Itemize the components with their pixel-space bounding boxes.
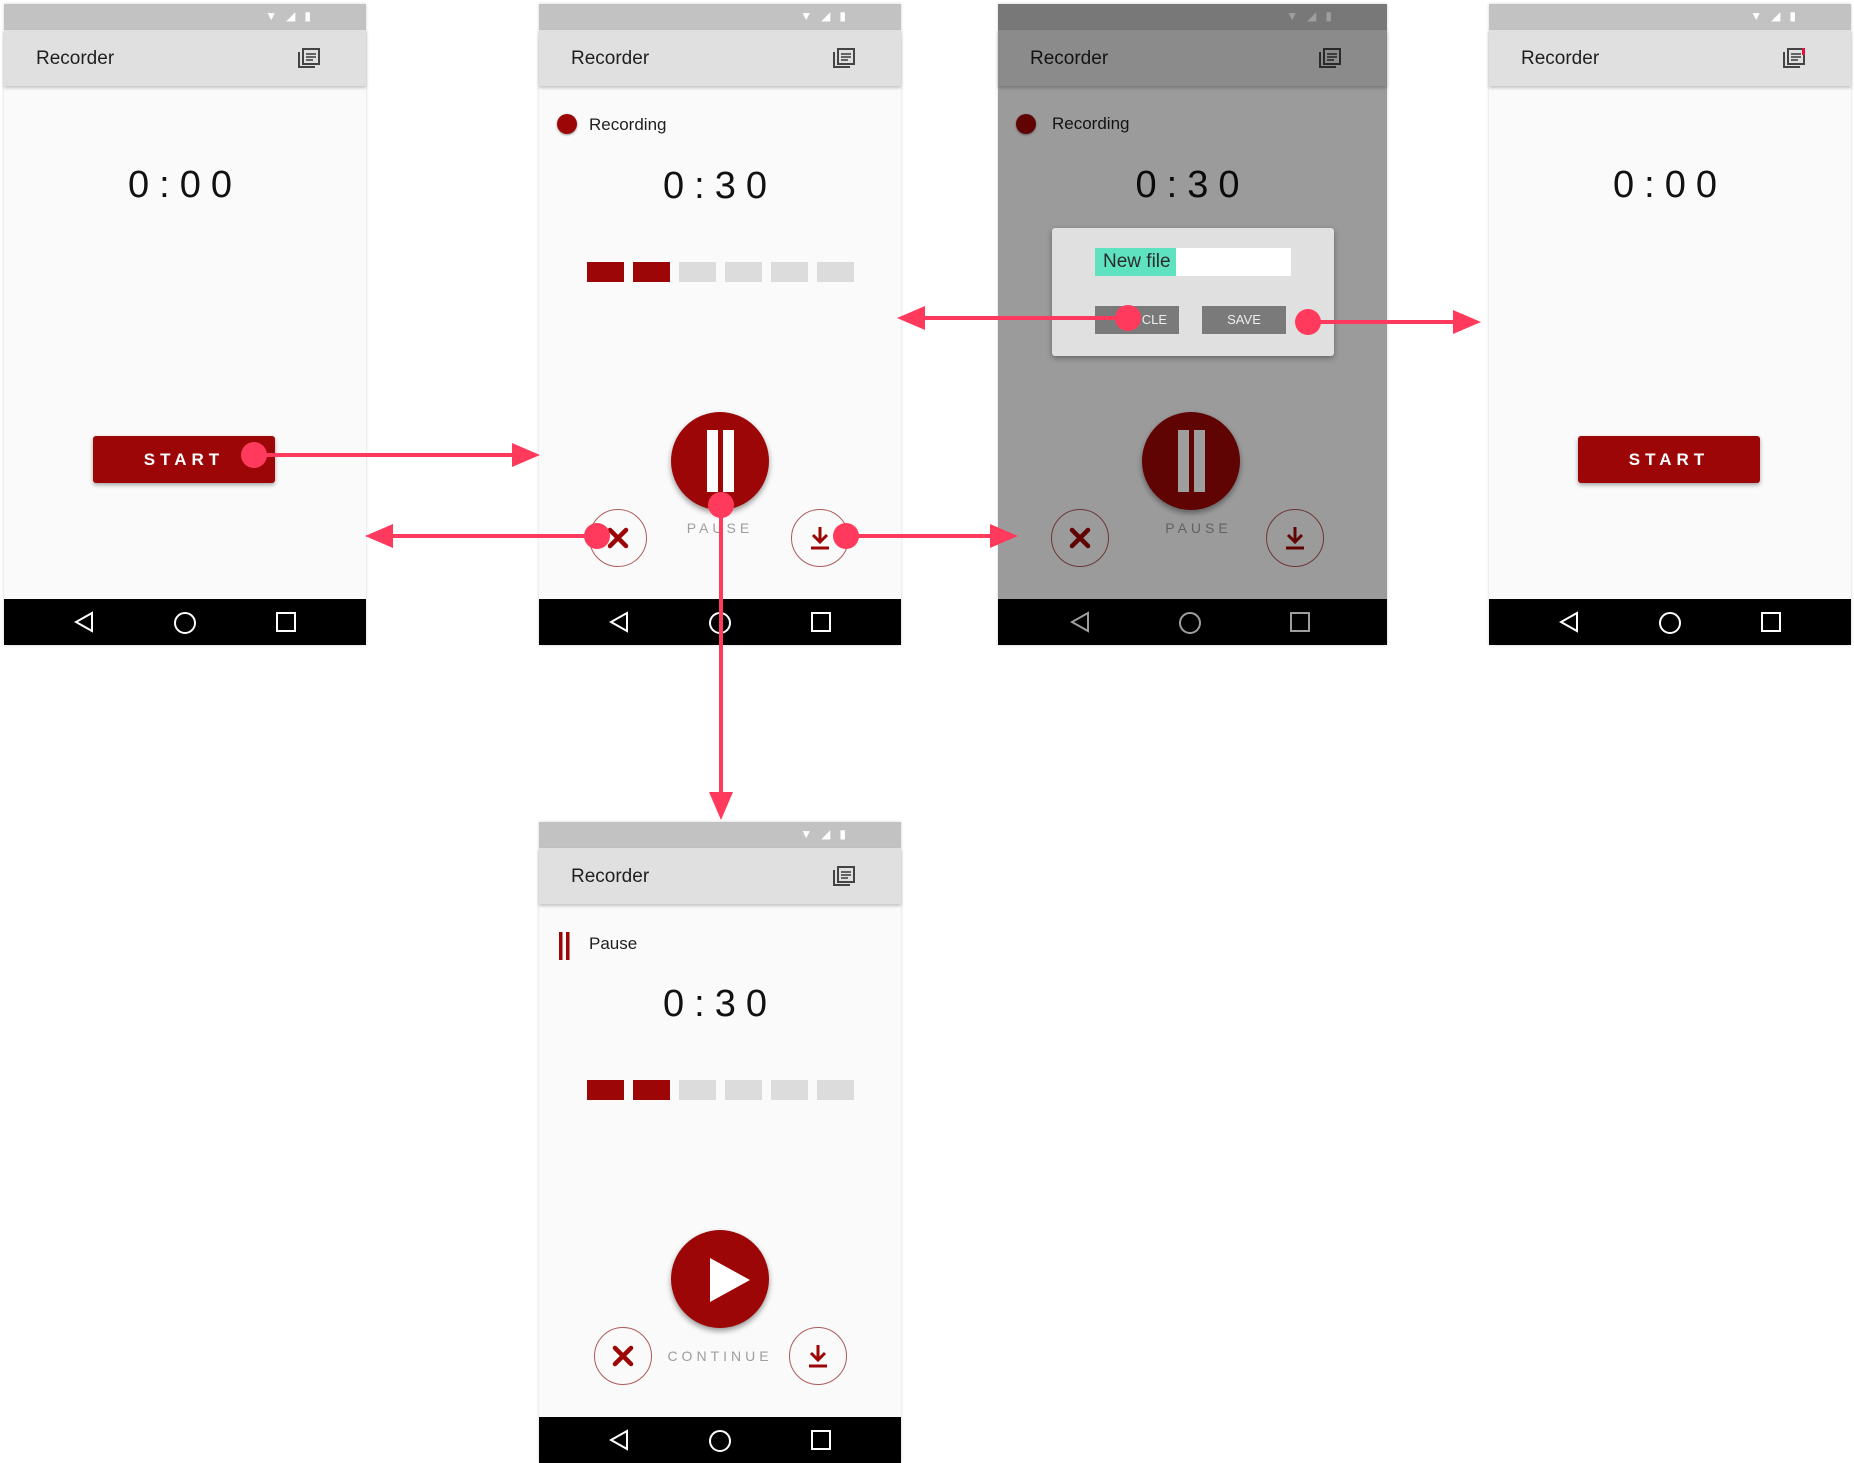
progress-segment-empty [817, 262, 854, 282]
app-bar: Recorder [539, 30, 901, 86]
home-circle-icon[interactable] [173, 611, 197, 635]
progress-segment-filled [633, 1080, 670, 1100]
nav-bar [539, 599, 901, 645]
timer-display: 0:00 [128, 164, 242, 206]
status-icons: ▼◢▮ [265, 9, 320, 23]
library-list-icon[interactable] [833, 866, 855, 886]
pause-icon-bar [723, 430, 734, 492]
screen-idle: ▼◢▮ Recorder 0:00 START [4, 4, 366, 645]
dialog-save-button[interactable]: SAVE [1202, 306, 1286, 334]
home-circle-icon[interactable] [1658, 611, 1682, 635]
progress-segment-filled [587, 1080, 624, 1100]
recording-status-label: Recording [589, 115, 667, 134]
status-bar: ▼◢▮ [1489, 4, 1851, 30]
close-x-icon [607, 527, 629, 549]
status-icons: ▼◢▮ [1750, 9, 1805, 23]
cancel-button[interactable] [594, 1327, 652, 1385]
app-bar: Recorder [1489, 30, 1851, 86]
cancel-button[interactable] [589, 509, 647, 567]
continue-button[interactable] [671, 1230, 769, 1328]
library-list-icon-badged[interactable] [1783, 48, 1805, 68]
download-icon [811, 527, 829, 550]
save-dialog: New file CLE SAVE [1052, 228, 1334, 356]
timer-display: 0:30 [663, 165, 777, 207]
app-title: Recorder [36, 48, 115, 69]
back-triangle-icon[interactable] [1559, 611, 1579, 633]
filename-selected-text: New file [1095, 248, 1176, 276]
recents-square-icon[interactable] [811, 1430, 831, 1450]
status-bar: ▼◢▮ [539, 822, 901, 848]
pause-icon-bar [707, 430, 718, 492]
recents-square-icon[interactable] [811, 612, 831, 632]
screen-paused: ▼◢▮ Recorder Pause 0:30 CONTINUE [539, 822, 901, 1463]
app-title: Recorder [1521, 48, 1600, 69]
pause-status-label: Pause [589, 934, 638, 953]
library-list-icon[interactable] [298, 48, 320, 68]
app-bar: Recorder [539, 848, 901, 904]
nav-bar [1489, 599, 1851, 645]
play-icon [710, 1258, 750, 1302]
save-recording-button[interactable] [789, 1327, 847, 1385]
nav-bar [4, 599, 366, 645]
start-button[interactable]: START [1578, 436, 1760, 483]
progress-segment-filled [587, 262, 624, 282]
pause-button[interactable] [671, 412, 769, 510]
status-bar: ▼◢▮ [4, 4, 366, 30]
save-recording-button[interactable] [791, 509, 849, 567]
back-triangle-icon[interactable] [74, 611, 94, 633]
progress-segment-filled [633, 262, 670, 282]
screen-save-dialog: ▼◢▮ Recorder Recording 0:30 PAUSE New fi… [998, 4, 1387, 645]
recents-square-icon[interactable] [1761, 612, 1781, 632]
app-title: Recorder [571, 866, 650, 887]
screen-saved: ▼◢▮ Recorder 0:00 START [1489, 4, 1851, 645]
download-icon [809, 1345, 827, 1368]
back-triangle-icon[interactable] [609, 1429, 629, 1451]
app-bar: Recorder [4, 30, 366, 86]
progress-segment-empty [725, 1080, 762, 1100]
close-x-icon [612, 1345, 634, 1367]
home-circle-icon[interactable] [708, 611, 732, 635]
app-title: Recorder [571, 48, 650, 69]
progress-segment-empty [679, 262, 716, 282]
dialog-cancel-button[interactable]: CLE [1095, 306, 1179, 334]
recording-dot-icon [557, 114, 577, 134]
filename-input[interactable]: New file [1095, 248, 1291, 276]
back-triangle-icon[interactable] [609, 611, 629, 633]
progress-segment-empty [771, 1080, 808, 1100]
nav-bar [539, 1417, 901, 1463]
screen-recording: ▼◢▮ Recorder Recording 0:30 PAUSE [539, 4, 901, 645]
home-circle-icon[interactable] [708, 1429, 732, 1453]
status-bar: ▼◢▮ [539, 4, 901, 30]
status-icons: ▼◢▮ [800, 827, 855, 841]
dialog-cancel-label: CLE [1141, 312, 1167, 327]
progress-segment-empty [817, 1080, 854, 1100]
pause-status-icon [559, 932, 570, 960]
timer-display: 0:30 [663, 983, 777, 1025]
status-icons: ▼◢▮ [800, 9, 855, 23]
progress-segment-empty [771, 262, 808, 282]
library-list-icon[interactable] [833, 48, 855, 68]
timer-display: 0:00 [1613, 164, 1727, 206]
progress-segment-empty [725, 262, 762, 282]
recents-square-icon[interactable] [276, 612, 296, 632]
start-button[interactable]: START [93, 436, 275, 483]
progress-segment-empty [679, 1080, 716, 1100]
